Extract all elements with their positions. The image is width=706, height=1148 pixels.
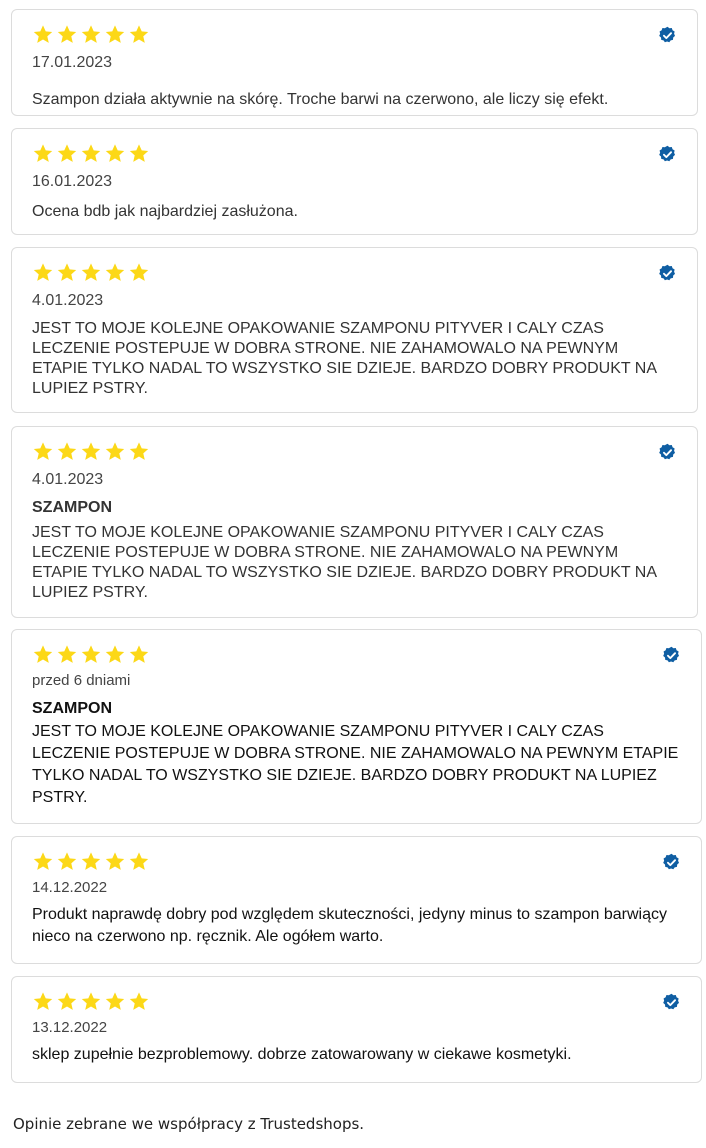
star-icon	[129, 992, 149, 1010]
star-icon	[81, 144, 101, 162]
review-title: SZAMPON	[32, 499, 112, 516]
star-icon	[33, 645, 53, 663]
star-icon	[105, 263, 125, 281]
star-icon	[57, 992, 77, 1010]
star-rating	[32, 991, 150, 1012]
review-text: Ocena bdb jak najbardziej zasłużona.	[32, 203, 298, 220]
star-icon	[57, 645, 77, 663]
review-card: przed 6 dniami SZAMPON JEST TO MOJE KOLE…	[11, 629, 702, 824]
review-card: 4.01.2023 SZAMPON JEST TO MOJE KOLEJNE O…	[11, 426, 698, 618]
star-icon	[129, 852, 149, 870]
verified-badge-icon	[659, 145, 676, 162]
review-date: 13.12.2022	[32, 1019, 108, 1036]
review-date: 14.12.2022	[32, 879, 108, 896]
review-text: Produkt naprawdę dobry pod względem skut…	[32, 906, 667, 945]
review-date: 17.01.2023	[32, 54, 113, 71]
star-icon	[81, 645, 101, 663]
star-icon	[33, 852, 53, 870]
star-rating	[32, 143, 150, 164]
review-date: 4.01.2023	[32, 292, 104, 309]
review-text: sklep zupełnie bezproblemowy. dobrze zat…	[32, 1046, 572, 1063]
star-icon	[33, 442, 53, 460]
review-date: 4.01.2023	[32, 471, 104, 488]
star-icon	[105, 992, 125, 1010]
star-rating	[32, 262, 150, 283]
star-icon	[33, 992, 53, 1010]
review-card: 17.01.2023 Szampon działa aktywnie na sk…	[11, 9, 698, 116]
verified-badge-icon	[663, 646, 680, 663]
review-card: 16.01.2023 Ocena bdb jak najbardziej zas…	[11, 128, 698, 235]
review-text: JEST TO MOJE KOLEJNE OPAKOWANIE SZAMPONU…	[32, 524, 657, 601]
star-icon	[129, 263, 149, 281]
star-icon	[129, 442, 149, 460]
star-rating	[32, 644, 150, 665]
verified-badge-icon	[663, 993, 680, 1010]
star-icon	[81, 25, 101, 43]
review-title: SZAMPON	[32, 700, 112, 717]
star-icon	[81, 263, 101, 281]
star-icon	[105, 645, 125, 663]
review-text: JEST TO MOJE KOLEJNE OPAKOWANIE SZAMPONU…	[32, 723, 679, 806]
star-icon	[129, 144, 149, 162]
star-icon	[105, 442, 125, 460]
review-date: przed 6 dniami	[32, 672, 131, 689]
star-rating	[32, 851, 150, 872]
star-icon	[33, 25, 53, 43]
star-icon	[33, 263, 53, 281]
star-icon	[57, 442, 77, 460]
star-icon	[57, 852, 77, 870]
star-icon	[57, 263, 77, 281]
star-rating	[32, 24, 150, 45]
star-rating	[32, 441, 150, 462]
review-text: Szampon działa aktywnie na skórę. Troche…	[32, 91, 609, 108]
verified-badge-icon	[659, 26, 676, 43]
review-card: 14.12.2022 Produkt naprawdę dobry pod wz…	[11, 836, 702, 964]
review-card: 13.12.2022 sklep zupełnie bezproblemowy.…	[11, 976, 702, 1083]
star-icon	[105, 144, 125, 162]
verified-badge-icon	[659, 264, 676, 281]
verified-badge-icon	[659, 443, 676, 460]
review-date: 16.01.2023	[32, 173, 113, 190]
review-card: 4.01.2023 JEST TO MOJE KOLEJNE OPAKOWANI…	[11, 247, 698, 413]
star-icon	[105, 25, 125, 43]
star-icon	[33, 144, 53, 162]
star-icon	[129, 645, 149, 663]
star-icon	[57, 25, 77, 43]
star-icon	[105, 852, 125, 870]
verified-badge-icon	[663, 853, 680, 870]
star-icon	[81, 852, 101, 870]
review-text: JEST TO MOJE KOLEJNE OPAKOWANIE SZAMPONU…	[32, 320, 657, 397]
star-icon	[57, 144, 77, 162]
star-icon	[81, 442, 101, 460]
star-icon	[129, 25, 149, 43]
trustedshops-footer: Opinie zebrane we współpracy z Trustedsh…	[13, 1115, 365, 1133]
star-icon	[81, 992, 101, 1010]
